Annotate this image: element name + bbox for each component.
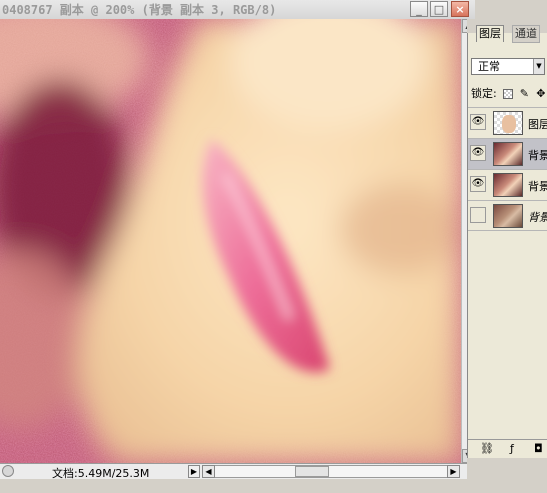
layer-row[interactable]: 👁 背景 <box>468 138 547 169</box>
lock-paint-icon[interactable]: ✎ <box>520 88 530 99</box>
mask-icon[interactable]: ◘ <box>534 442 543 456</box>
image-canvas[interactable] <box>0 19 461 463</box>
status-bar: 文档:5.49M/25.3M ▶ ◀ ▶ <box>0 463 475 480</box>
layer-name: 背景 <box>528 180 547 193</box>
layer-thumbnail <box>493 173 523 197</box>
blend-mode-value: 正常 <box>478 60 500 73</box>
blend-mode-select[interactable]: 正常 ▼ <box>471 58 545 75</box>
document-title: 0408767 副本 @ 200% (背景 副本 3, RGB/8) <box>2 3 277 17</box>
layer-thumbnail <box>493 204 523 228</box>
lock-transparency-icon[interactable] <box>503 89 514 99</box>
window-bottom-edge <box>0 479 475 493</box>
layer-row[interactable]: 👁 图层 <box>468 107 547 138</box>
layer-row[interactable]: 背景 <box>468 200 547 231</box>
layer-thumbnail <box>493 142 523 166</box>
eye-hidden-icon[interactable] <box>470 207 486 223</box>
link-icon[interactable]: ⛓ <box>480 442 494 456</box>
layer-name: 背景 <box>528 211 547 224</box>
panel-footer: ⛓ ƒ ◘ <box>468 439 547 458</box>
status-menu-icon[interactable]: ▶ <box>188 465 200 478</box>
scroll-thumb[interactable] <box>295 466 329 477</box>
layers-panel: 图层 通道 正常 ▼ 锁定: ✎ ✥ 👁 图层 👁 背景 👁 背景 背景 ⛓ ƒ… <box>467 25 547 458</box>
canvas-image <box>0 19 461 463</box>
close-button[interactable]: × <box>451 1 469 17</box>
eye-icon[interactable]: 👁 <box>470 114 486 130</box>
horizontal-scrollbar[interactable] <box>202 465 460 478</box>
minimize-button[interactable]: _ <box>410 1 428 17</box>
panel-bottom-edge <box>467 458 547 493</box>
minimize-icon: _ <box>416 2 422 16</box>
layer-row[interactable]: 👁 背景 <box>468 169 547 200</box>
title-bar[interactable]: 0408767 副本 @ 200% (背景 副本 3, RGB/8) _ □ × <box>0 0 475 20</box>
scroll-right-icon[interactable]: ▶ <box>447 465 460 478</box>
style-icon[interactable]: ƒ <box>510 442 514 456</box>
layer-thumbnail <box>493 111 523 135</box>
layer-name: 图层 <box>528 118 547 131</box>
tab-layers[interactable]: 图层 <box>476 25 504 42</box>
maximize-icon: □ <box>433 2 445 16</box>
lock-move-icon[interactable]: ✥ <box>536 88 546 99</box>
chevron-down-icon: ▼ <box>533 59 544 74</box>
document-window: 0408767 副本 @ 200% (背景 副本 3, RGB/8) _ □ × <box>0 0 475 493</box>
lock-row: 锁定: ✎ ✥ <box>471 85 546 101</box>
zoom-icon[interactable] <box>2 465 14 477</box>
layer-name: 背景 <box>528 149 547 162</box>
scroll-left-icon[interactable]: ◀ <box>202 465 215 478</box>
eye-icon[interactable]: 👁 <box>470 145 486 161</box>
lock-label: 锁定: <box>471 87 497 100</box>
eye-icon[interactable]: 👁 <box>470 176 486 192</box>
tab-channels[interactable]: 通道 <box>512 25 540 43</box>
maximize-button[interactable]: □ <box>430 1 448 17</box>
close-icon: × <box>455 2 465 16</box>
